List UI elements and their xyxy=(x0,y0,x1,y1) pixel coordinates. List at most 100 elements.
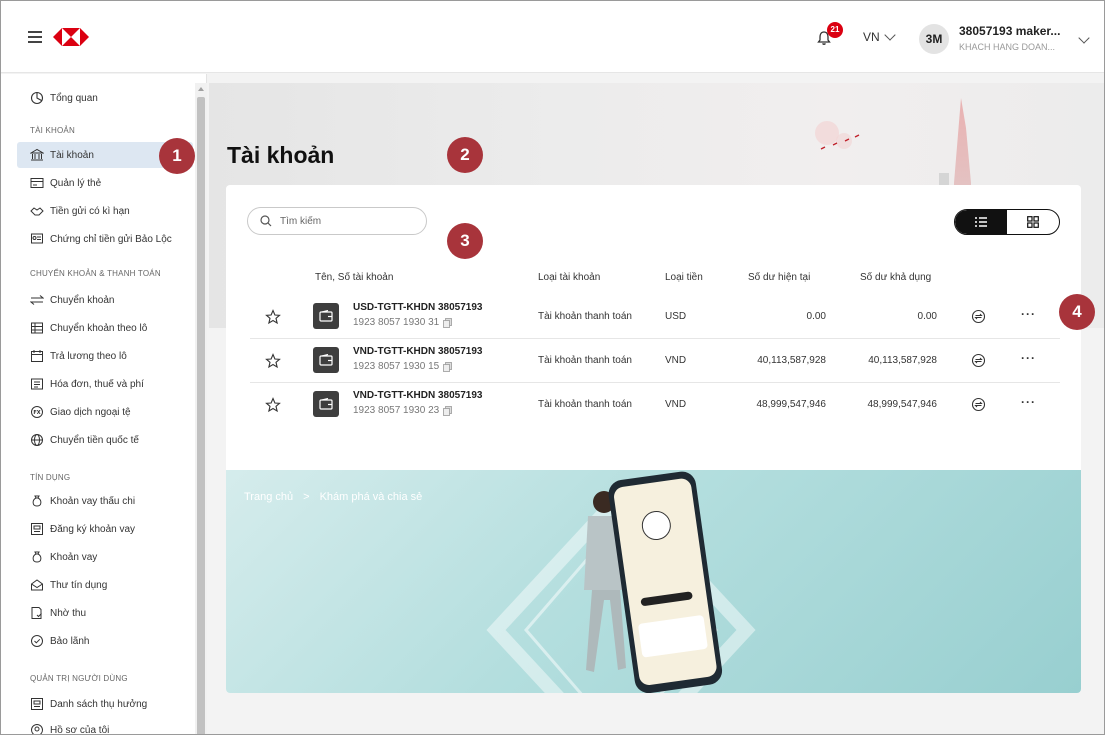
sidebar-item-collection[interactable]: Nhờ thu xyxy=(17,600,193,626)
wallet-icon xyxy=(313,391,339,417)
sidebar-item-label: Thư tín dụng xyxy=(50,579,108,591)
star-favorite-icon[interactable] xyxy=(265,397,281,413)
sidebar-item-label: Hồ sơ của tôi xyxy=(50,724,110,735)
exchange-cycle-icon[interactable] xyxy=(971,397,986,412)
sidebar-item-certificates[interactable]: Chứng chỉ tiền gửi Bảo Lộc xyxy=(17,226,193,252)
star-favorite-icon[interactable] xyxy=(265,309,281,325)
scroll-up-arrow-icon[interactable] xyxy=(198,87,204,91)
sidebar-item-overdraft[interactable]: Khoản vay thấu chi xyxy=(17,488,193,514)
sidebar-item-label: Khoản vay thấu chi xyxy=(50,495,136,507)
form-icon xyxy=(31,698,43,710)
account-number-text: 1923 8057 1930 31 xyxy=(353,317,440,328)
star-favorite-icon[interactable] xyxy=(265,353,281,369)
main-content: Tài khoản Tên, Số tài khoản Loại tài kho… xyxy=(209,83,1104,734)
envelope-icon xyxy=(31,579,43,591)
user-menu-chevron-icon[interactable] xyxy=(1078,32,1090,44)
copy-icon[interactable] xyxy=(443,317,453,328)
sidebar-item-transfer[interactable]: Chuyển khoản xyxy=(17,287,193,313)
grid-icon xyxy=(1027,216,1039,228)
column-header-type: Loại tài khoản xyxy=(538,272,601,283)
bank-logo-icon[interactable] xyxy=(53,28,89,46)
callout-badge-1: 1 xyxy=(159,138,195,174)
table-row[interactable]: VND-TGTT-KHDN 38057193 1923 8057 1930 23… xyxy=(250,383,1060,427)
more-options-button[interactable]: ··· xyxy=(1021,351,1036,365)
column-header-current-balance: Số dư hiện tại xyxy=(748,272,811,283)
sidebar-item-batch-transfer[interactable]: Chuyển khoản theo lô xyxy=(17,315,193,341)
breadcrumb-current-link[interactable]: Khám phá và chia sẻ xyxy=(320,491,423,503)
document-check-icon xyxy=(31,607,42,619)
copy-icon[interactable] xyxy=(443,361,453,372)
sidebar-item-international[interactable]: Chuyển tiền quốc tế xyxy=(17,427,193,453)
column-header-available-balance: Số dư khả dụng xyxy=(860,272,932,283)
language-selector[interactable]: VN xyxy=(863,29,896,44)
account-name[interactable]: USD-TGTT-KHDN 38057193 xyxy=(353,302,482,313)
current-balance: 0.00 xyxy=(806,311,826,322)
sidebar-item-my-profile[interactable]: Hồ sơ của tôi xyxy=(17,717,193,735)
account-type: Tài khoản thanh toán xyxy=(538,311,632,322)
promo-illustration xyxy=(486,471,756,693)
certificate-icon xyxy=(31,233,43,244)
sidebar-item-label: Tiền gửi có kì hạn xyxy=(50,205,130,217)
card-icon xyxy=(30,178,44,188)
exchange-cycle-icon[interactable] xyxy=(971,353,986,368)
sidebar-item-cards[interactable]: Quản lý thẻ xyxy=(17,170,193,196)
money-bag-icon xyxy=(32,495,42,507)
wallet-icon xyxy=(313,303,339,329)
list-view-button[interactable] xyxy=(955,210,1007,234)
sidebar-item-label: Chuyển tiền quốc tế xyxy=(50,434,139,446)
sidebar-item-batch-payroll[interactable]: Trả lương theo lô xyxy=(17,343,193,369)
column-header-name: Tên, Số tài khoản xyxy=(315,272,394,283)
sidebar-item-fx[interactable]: FX Giao dịch ngoại tệ xyxy=(17,399,193,425)
sidebar-scrollbar-thumb[interactable] xyxy=(197,97,205,734)
sidebar-item-label: Giao dịch ngoại tệ xyxy=(50,406,131,418)
account-type: Tài khoản thanh toán xyxy=(538,355,632,366)
sidebar-item-label: Hóa đơn, thuế và phí xyxy=(50,378,144,390)
copy-icon[interactable] xyxy=(443,405,453,416)
sidebar-item-bills[interactable]: Hóa đơn, thuế và phí xyxy=(17,371,193,397)
account-name[interactable]: VND-TGTT-KHDN 38057193 xyxy=(353,346,482,357)
notification-count-badge: 21 xyxy=(827,22,843,38)
globe-icon xyxy=(31,434,43,446)
accounts-card: Tên, Số tài khoản Loại tài khoản Loại ti… xyxy=(226,185,1081,693)
account-number: 1923 8057 1930 23 xyxy=(353,405,453,416)
sidebar-item-label: Đăng ký khoản vay xyxy=(50,523,136,535)
sidebar-item-term-deposit[interactable]: Tiền gửi có kì hạn xyxy=(17,198,193,224)
available-balance: 48,999,547,946 xyxy=(867,399,937,410)
callout-badge-4: 4 xyxy=(1059,294,1095,330)
wallet-icon xyxy=(313,347,339,373)
search-box[interactable] xyxy=(247,207,427,235)
user-avatar[interactable]: 3M xyxy=(919,24,949,54)
bill-icon xyxy=(31,378,43,390)
hamburger-menu-icon[interactable] xyxy=(28,31,42,43)
money-bag-icon xyxy=(32,551,42,563)
sidebar-item-loan-register[interactable]: Đăng ký khoản vay xyxy=(17,516,193,542)
account-number: 1923 8057 1930 31 xyxy=(353,317,453,328)
breadcrumb-home-link[interactable]: Trang chủ xyxy=(244,491,293,503)
form-icon xyxy=(31,523,43,535)
grid-view-button[interactable] xyxy=(1007,210,1059,234)
sidebar-item-beneficiaries[interactable]: Danh sách thụ hưởng xyxy=(17,691,193,717)
exchange-cycle-icon[interactable] xyxy=(971,309,986,324)
account-name[interactable]: VND-TGTT-KHDN 38057193 xyxy=(353,390,482,401)
sidebar-item-label: Chứng chỉ tiền gửi Bảo Lộc xyxy=(50,233,172,245)
sidebar-item-label: Chuyển khoản theo lô xyxy=(50,322,148,334)
sidebar-item-loans[interactable]: Khoản vay xyxy=(17,544,193,570)
sidebar-item-guarantee[interactable]: Bảo lãnh xyxy=(17,628,193,654)
sidebar-item-label: Danh sách thụ hưởng xyxy=(50,698,148,710)
view-toggle[interactable] xyxy=(954,209,1060,235)
sidebar-item-label: Tài khoản xyxy=(50,149,94,161)
table-row[interactable]: USD-TGTT-KHDN 38057193 1923 8057 1930 31… xyxy=(250,295,1060,339)
table-row[interactable]: VND-TGTT-KHDN 38057193 1923 8057 1930 15… xyxy=(250,339,1060,383)
more-options-button[interactable]: ··· xyxy=(1021,395,1036,409)
chevron-down-icon xyxy=(884,29,896,41)
section-admin-heading: QUẢN TRỊ NGƯỜI DÙNG xyxy=(30,674,128,683)
sidebar-item-overview[interactable]: Tổng quan xyxy=(17,85,193,111)
account-currency: VND xyxy=(665,399,687,410)
sidebar-item-label: Chuyển khoản xyxy=(50,294,115,306)
page-title: Tài khoản xyxy=(227,142,335,168)
account-number: 1923 8057 1930 15 xyxy=(353,361,453,372)
search-input[interactable] xyxy=(280,215,400,227)
more-options-button[interactable]: ··· xyxy=(1021,307,1036,321)
sidebar-item-letter-of-credit[interactable]: Thư tín dụng xyxy=(17,572,193,598)
column-header-currency: Loại tiền xyxy=(665,272,703,283)
